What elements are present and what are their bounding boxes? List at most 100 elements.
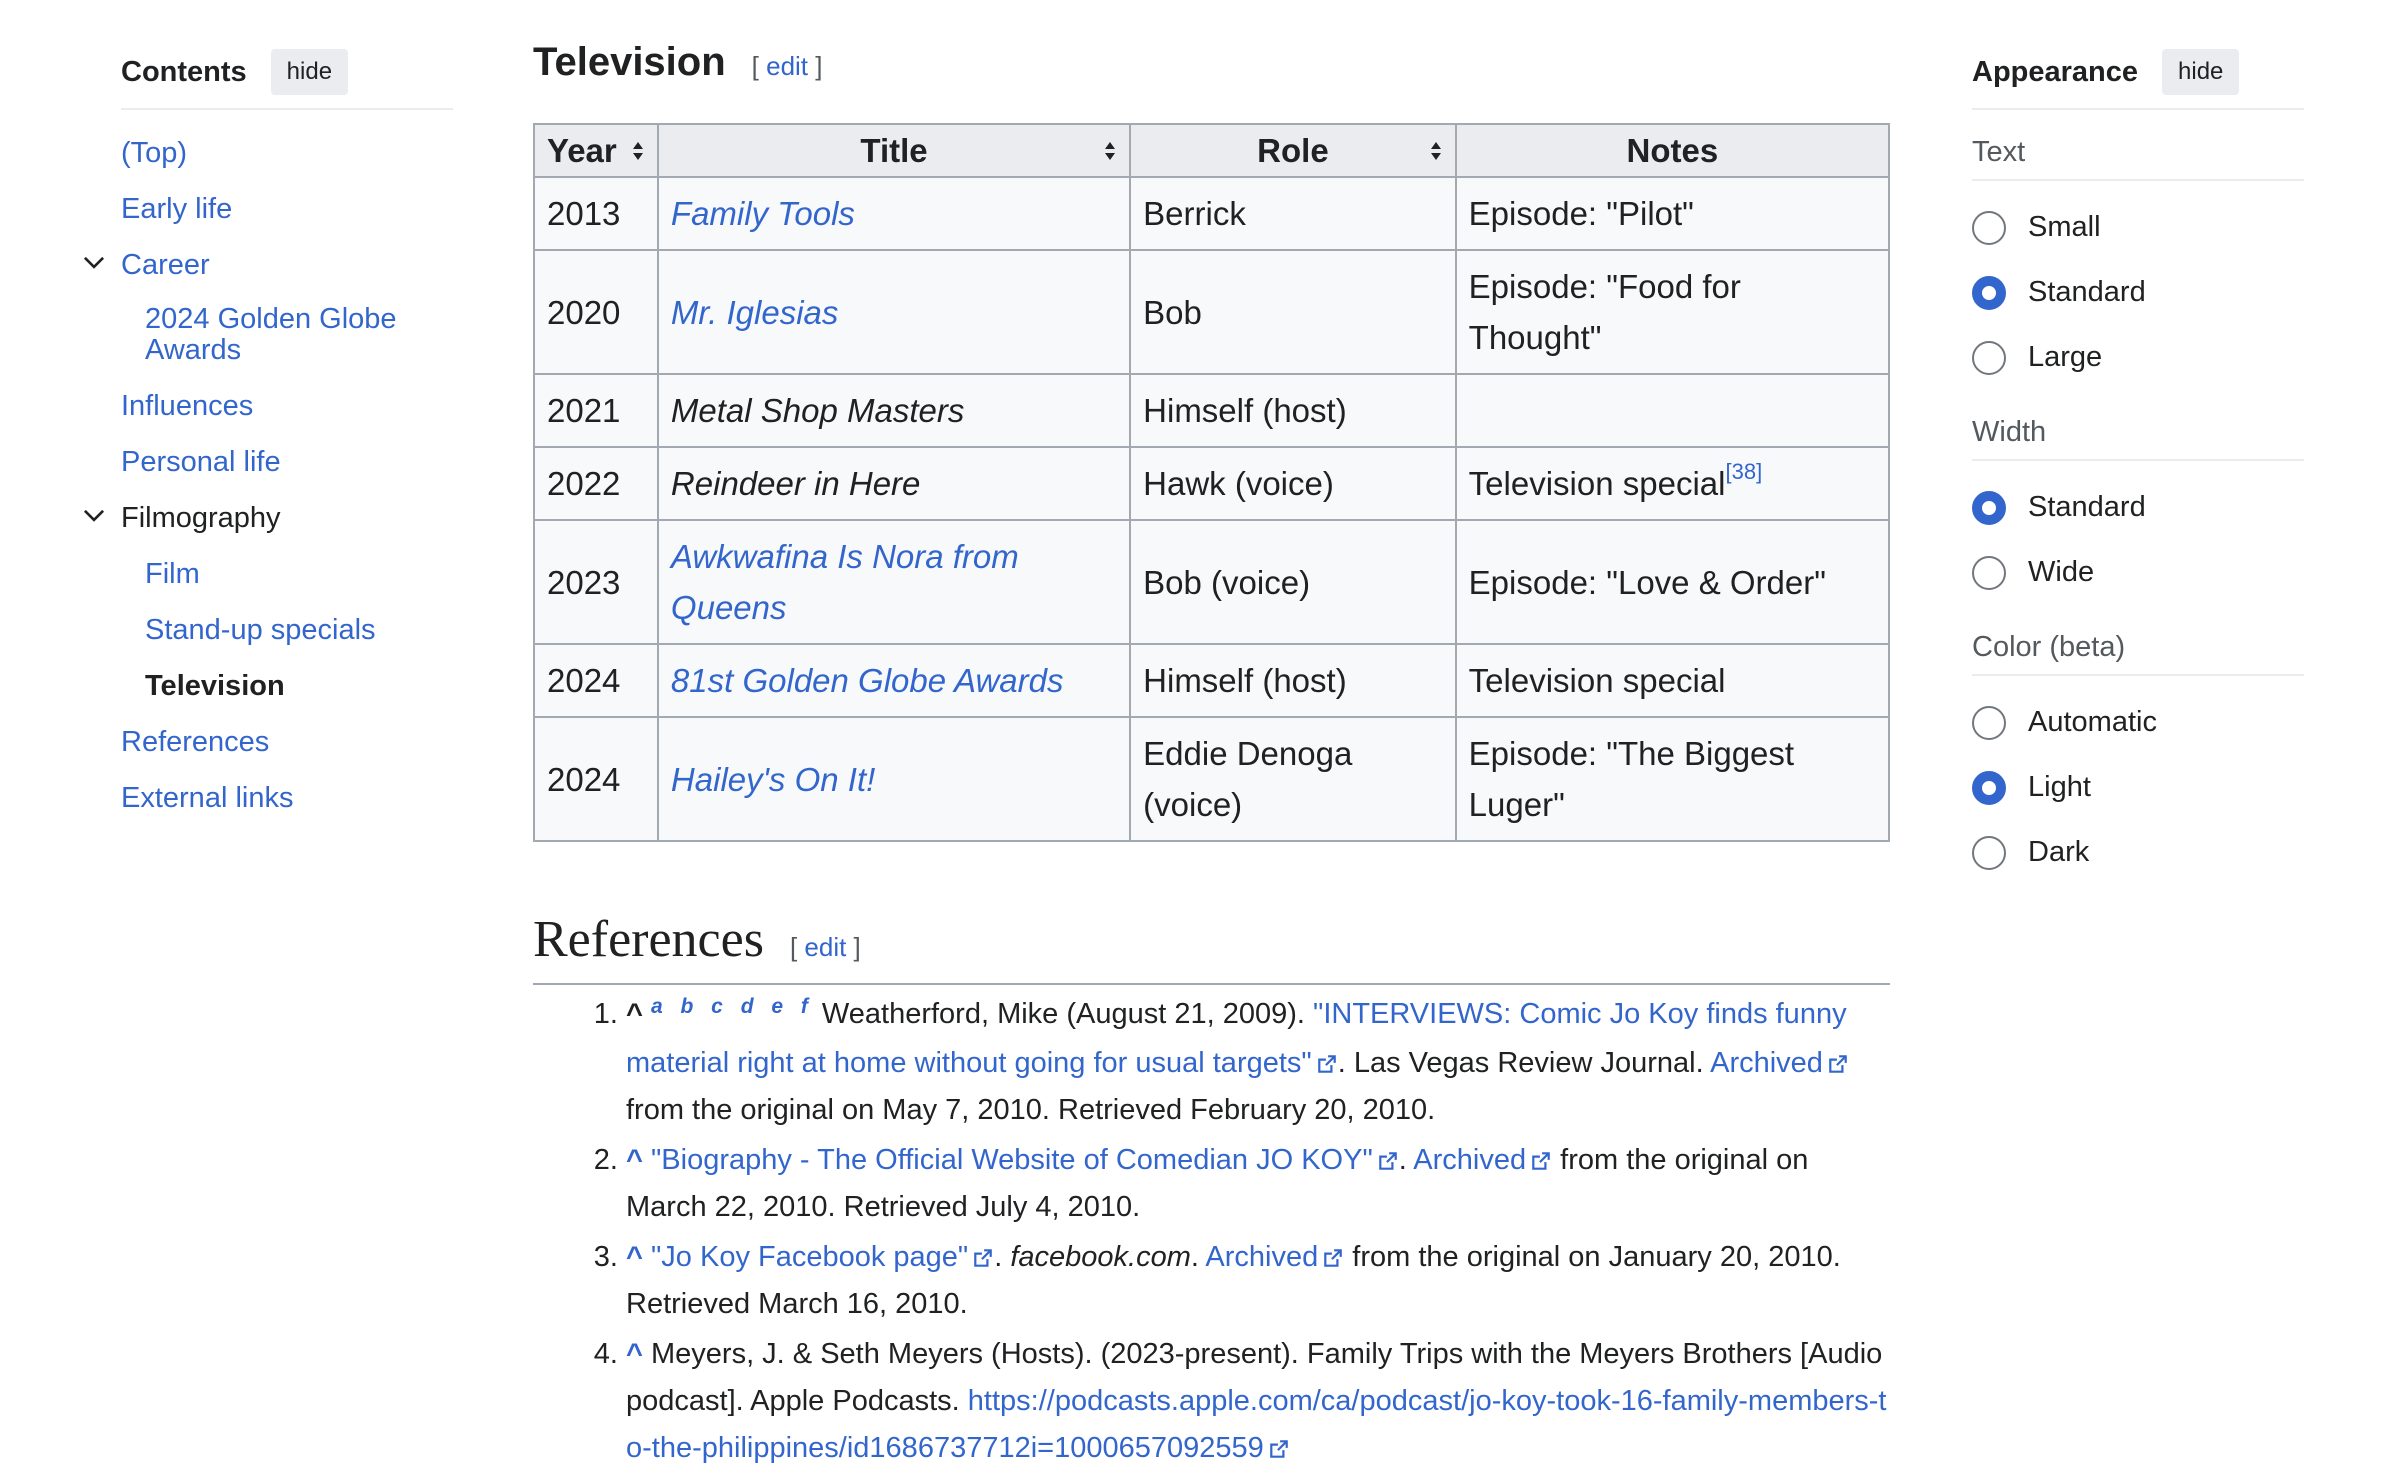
cell-year: 2022 (533, 446, 659, 521)
radio-button[interactable] (1972, 555, 2006, 590)
cell-notes-text: Television special (1468, 465, 1726, 502)
reference-item: ^ "Biography - The Official Website of C… (626, 1137, 1890, 1231)
sort-icon[interactable] (1429, 140, 1443, 162)
television-heading: Television (533, 40, 726, 84)
radio-button-selected[interactable] (1972, 770, 2006, 805)
archived-link[interactable]: Archived (1710, 1047, 1823, 1079)
chevron-down-icon[interactable] (81, 250, 107, 276)
toc-item-filmography-label[interactable]: Filmography (121, 502, 281, 534)
cell-title: Metal Shop Masters (656, 373, 1132, 448)
chevron-down-icon[interactable] (81, 503, 107, 529)
backref-caret[interactable]: ^ (626, 1144, 643, 1176)
title-link[interactable]: Family Tools (671, 195, 855, 232)
toc-header: Contents hide (121, 48, 453, 110)
radio-button-selected[interactable] (1972, 490, 2006, 525)
reference-title-link[interactable]: "Jo Koy Facebook page" (651, 1241, 968, 1273)
television-table: Year Title Role Notes 2013 Family Tools … (533, 123, 1891, 842)
toc-item-golden-globe[interactable]: 2024 Golden Globe Awards (121, 294, 453, 379)
title-link[interactable]: Awkwafina Is Nora from Queens (671, 538, 1019, 626)
references-list: ^ a b c d e f Weatherford, Mike (August … (533, 991, 1890, 1472)
cell-title: Family Tools (656, 176, 1132, 251)
references-heading: References (533, 911, 764, 968)
option-label[interactable]: Large (2028, 341, 2102, 374)
width-standard-option[interactable]: Standard (1972, 475, 2304, 540)
external-link-icon (1378, 1152, 1397, 1171)
toc-item-references[interactable]: References (121, 715, 453, 771)
option-label[interactable]: Standard (2028, 276, 2146, 309)
toc-item-career-label[interactable]: Career (121, 249, 210, 281)
toc-item-external-links[interactable]: External links (121, 771, 453, 827)
text-size-standard-option[interactable]: Standard (1972, 260, 2304, 325)
option-label[interactable]: Small (2028, 211, 2101, 244)
cell-notes: Episode: "The Biggest Luger" (1454, 716, 1891, 842)
radio-button[interactable] (1972, 835, 2006, 870)
option-label[interactable]: Dark (2028, 836, 2089, 869)
cell-role: Berrick (1129, 176, 1457, 251)
archived-link[interactable]: Archived (1413, 1144, 1526, 1176)
column-header-role[interactable]: Role (1129, 123, 1457, 178)
external-link-icon (974, 1249, 993, 1268)
radio-button[interactable] (1972, 340, 2006, 375)
reference-title-link[interactable]: "Biography - The Official Website of Com… (651, 1144, 1373, 1176)
radio-button[interactable] (1972, 210, 2006, 245)
citation-link[interactable]: [38] (1725, 459, 1762, 484)
appearance-panel: Appearance hide Text Small Standard Larg… (1972, 48, 2304, 885)
cell-title: Awkwafina Is Nora from Queens (656, 519, 1132, 645)
sort-icon[interactable] (631, 140, 645, 162)
table-row: 2023 Awkwafina Is Nora from Queens Bob (… (533, 519, 1891, 645)
text-size-group-title: Text (1972, 136, 2304, 181)
option-label[interactable]: Automatic (2028, 706, 2157, 739)
text-size-small-option[interactable]: Small (1972, 195, 2304, 260)
radio-button[interactable] (1972, 705, 2006, 740)
cell-notes (1454, 373, 1891, 448)
backref-letters[interactable]: a b c d e f (651, 995, 814, 1018)
backref-caret[interactable]: ^ (626, 1338, 643, 1370)
option-label[interactable]: Standard (2028, 491, 2146, 524)
reference-item: ^ "Jo Koy Facebook page". facebook.com. … (626, 1234, 1890, 1328)
reference-item: ^ Meyers, J. & Seth Meyers (Hosts). (202… (626, 1331, 1890, 1472)
references-edit-link[interactable]: edit (804, 932, 846, 962)
toc-hide-button[interactable]: hide (270, 49, 349, 95)
appearance-hide-button[interactable]: hide (2162, 49, 2240, 95)
backref-caret[interactable]: ^ (626, 1241, 643, 1273)
column-header-title[interactable]: Title (656, 123, 1132, 178)
toc-item-influences[interactable]: Influences (121, 379, 453, 435)
cell-notes: Episode: "Pilot" (1454, 176, 1891, 251)
toc-item-career[interactable]: Career (83, 238, 453, 294)
column-header-year[interactable]: Year (533, 123, 659, 178)
toc-list: (Top) Early life Career 2024 Golden Glob… (83, 126, 453, 827)
column-header-title-label: Title (860, 132, 928, 169)
reference-item: ^ a b c d e f Weatherford, Mike (August … (626, 991, 1890, 1134)
title-link[interactable]: 81st Golden Globe Awards (671, 662, 1064, 699)
cell-notes: Television special[38] (1454, 446, 1891, 521)
television-edit-link[interactable]: edit (766, 51, 808, 81)
width-wide-option[interactable]: Wide (1972, 540, 2304, 605)
toc-item-television[interactable]: Television (121, 659, 453, 715)
cell-role: Himself (host) (1129, 643, 1457, 718)
color-dark-option[interactable]: Dark (1972, 820, 2304, 885)
external-link-icon (1269, 1440, 1288, 1459)
toc-item-standup[interactable]: Stand-up specials (121, 603, 453, 659)
toc-item-film[interactable]: Film (121, 547, 453, 603)
color-light-option[interactable]: Light (1972, 755, 2304, 820)
table-row: 2020 Mr. Iglesias Bob Episode: "Food for… (533, 249, 1891, 375)
toc-item-filmography[interactable]: Filmography (83, 491, 453, 547)
toc-item-top[interactable]: (Top) (121, 126, 453, 182)
option-label[interactable]: Wide (2028, 556, 2094, 589)
text-size-large-option[interactable]: Large (1972, 325, 2304, 390)
sort-icon[interactable] (1103, 140, 1117, 162)
toc-item-golden-globe-label[interactable]: 2024 Golden Globe Awards (145, 304, 405, 366)
cell-role: Bob (1129, 249, 1457, 375)
table-row: 2024 Hailey's On It! Eddie Denoga (voice… (533, 716, 1891, 842)
option-label[interactable]: Light (2028, 771, 2091, 804)
title-link[interactable]: Hailey's On It! (671, 761, 875, 798)
toc-item-personal-life[interactable]: Personal life (121, 435, 453, 491)
radio-button-selected[interactable] (1972, 275, 2006, 310)
color-automatic-option[interactable]: Automatic (1972, 690, 2304, 755)
article-content: Television [ edit ] Year Title Role Note… (533, 40, 1891, 1475)
toc-item-early-life[interactable]: Early life (121, 182, 453, 238)
cell-notes: Episode: "Love & Order" (1454, 519, 1891, 645)
title-link[interactable]: Mr. Iglesias (671, 294, 838, 331)
cell-notes: Episode: "Food for Thought" (1454, 249, 1891, 375)
archived-link[interactable]: Archived (1205, 1241, 1318, 1273)
